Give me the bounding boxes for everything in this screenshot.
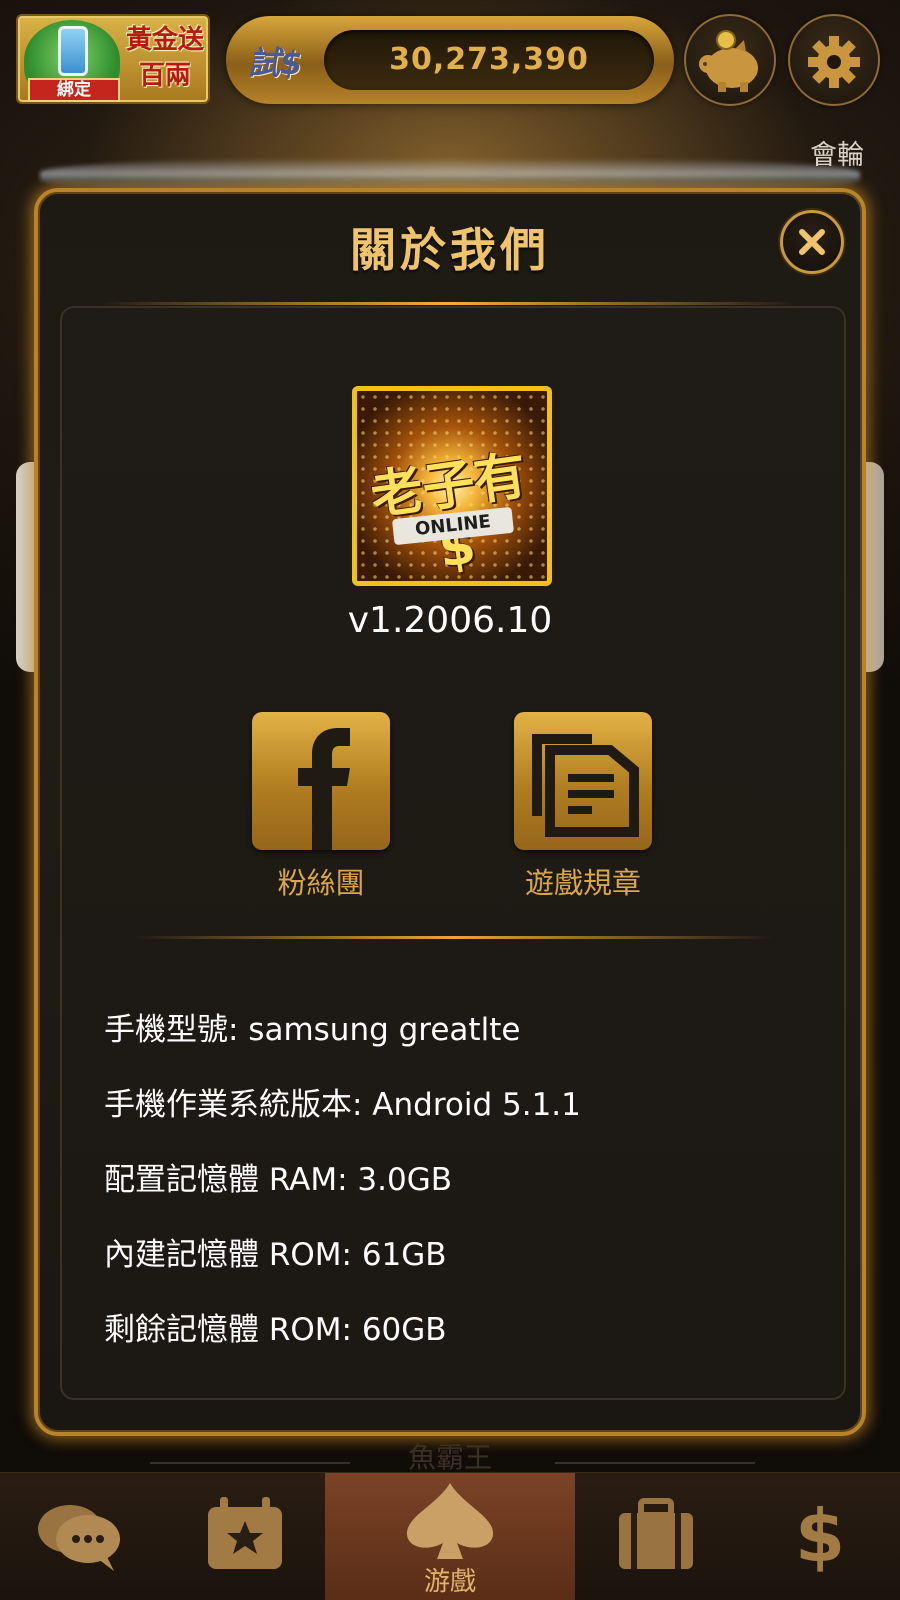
app-logo-text: 老子有$: [367, 445, 531, 580]
rom-free-text: 剩餘記憶體 ROM: 60GB: [104, 1312, 447, 1348]
game-rules-label[interactable]: 遊戲規章: [483, 860, 683, 902]
currency-label: 試$: [248, 44, 303, 82]
coin-balance-value: 30,273,390: [324, 30, 654, 90]
facebook-icon: [298, 728, 350, 850]
facebook-fanpage-button[interactable]: [252, 712, 390, 850]
title-divider: [98, 302, 798, 305]
briefcase-icon: [619, 1498, 693, 1569]
dialog-title: 關於我們: [350, 223, 550, 277]
bottom-navigation: 游戲 $: [0, 1472, 900, 1600]
coin-balance-bar[interactable]: 試$ 30,273,390: [226, 16, 674, 104]
section-divider: [134, 936, 774, 939]
svg-text:$: $: [795, 1494, 845, 1578]
announcement-ticker: 會輪: [810, 140, 864, 171]
dollar-icon: $: [795, 1494, 845, 1578]
chat-bubbles-icon: [38, 1505, 120, 1571]
piggy-bank-icon: [699, 30, 758, 92]
nav-chat[interactable]: [0, 1473, 160, 1600]
phone-icon: [58, 26, 88, 76]
calendar-star-icon: [208, 1497, 282, 1569]
close-button[interactable]: [780, 210, 844, 274]
os-version-text: 手機作業系統版本: Android 5.1.1: [104, 1087, 581, 1123]
ram-text: 配置記憶體 RAM: 3.0GB: [104, 1162, 452, 1198]
close-icon: [799, 229, 825, 255]
rom-total-text: 內建記憶體 ROM: 61GB: [104, 1237, 447, 1273]
game-rules-button[interactable]: [514, 712, 652, 850]
nav-game-label: 游戲: [423, 1567, 476, 1597]
settings-button[interactable]: [788, 14, 880, 106]
facebook-fanpage-label[interactable]: 粉絲團: [221, 860, 421, 902]
promo-text: 黃金送百兩: [125, 25, 204, 91]
nav-game[interactable]: 游戲: [325, 1473, 575, 1600]
nav-events[interactable]: [164, 1473, 324, 1600]
documents-icon: [532, 734, 639, 837]
background-caption: 魚霸王: [407, 1441, 492, 1474]
gear-icon: [808, 36, 860, 88]
nav-shop[interactable]: $: [740, 1473, 900, 1600]
app-version: v1.2006.10: [347, 600, 553, 641]
piggy-bank-button[interactable]: [684, 14, 776, 106]
spade-icon: [406, 1483, 494, 1559]
device-model-text: 手機型號: samsung greatlte: [104, 1012, 521, 1048]
bind-phone-promo-button[interactable]: 綁定 黃金送百兩: [16, 14, 210, 104]
app-logo: 老子有$ ONLINE: [352, 386, 552, 586]
nav-bag[interactable]: [575, 1473, 735, 1600]
bind-ribbon-label: 綁定: [28, 78, 120, 102]
about-us-dialog: 關於我們 老子有$ ONLINE v1.2006.10 粉絲團 遊戲規章 手機型…: [34, 188, 866, 1436]
